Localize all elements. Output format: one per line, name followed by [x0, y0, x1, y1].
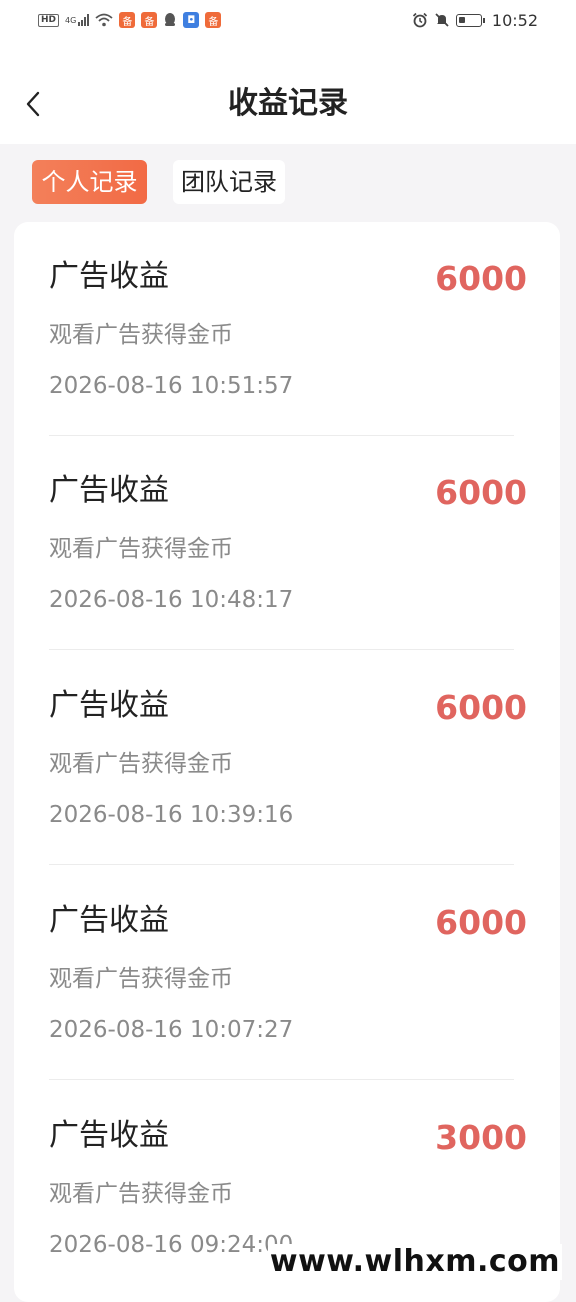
hd-badge: HD [38, 13, 60, 27]
alarm-icon [412, 12, 427, 28]
record-description: 观看广告获得金币 [49, 1181, 233, 1207]
divider [49, 649, 514, 650]
tab-personal-records[interactable]: 个人记录 [32, 160, 147, 204]
record-title: 广告收益 [49, 903, 169, 938]
watermark-text: www.wlhxm.com [267, 1244, 562, 1280]
record-description: 观看广告获得金币 [49, 536, 233, 562]
list-item[interactable]: 广告收益 6000 观看广告获得金币 2026-08-16 10:51:57 [14, 222, 560, 436]
record-amount: 6000 [435, 903, 527, 942]
signal-icon [78, 14, 90, 26]
status-left: HD 4G 备 备 ◘ 备 [38, 12, 222, 28]
app-notification-icon: 备 [205, 12, 222, 28]
divider [49, 1079, 514, 1080]
list-item[interactable]: 广告收益 6000 观看广告获得金币 2026-08-16 10:07:27 [14, 866, 560, 1080]
list-item[interactable]: 广告收益 6000 观看广告获得金币 2026-08-16 10:48:17 [14, 436, 560, 650]
record-description: 观看广告获得金币 [49, 751, 233, 777]
record-amount: 3000 [435, 1118, 527, 1157]
app-notification-icon: 备 [141, 12, 158, 28]
record-description: 观看广告获得金币 [49, 966, 233, 992]
record-time: 2026-08-16 10:51:57 [49, 373, 294, 399]
record-title: 广告收益 [49, 473, 169, 508]
record-time: 2026-08-16 10:48:17 [49, 587, 294, 613]
record-amount: 6000 [435, 688, 527, 727]
qq-icon [165, 13, 176, 26]
record-amount: 6000 [435, 259, 527, 298]
record-title: 广告收益 [49, 1118, 169, 1153]
record-time: 2026-08-16 10:07:27 [49, 1017, 294, 1043]
status-right: 10:52 [412, 11, 538, 30]
mute-bell-icon [435, 13, 449, 27]
record-description: 观看广告获得金币 [49, 322, 233, 348]
divider [49, 864, 514, 865]
app-notification-icon: 备 [119, 12, 136, 28]
network-type: 4G [65, 15, 77, 25]
record-title: 广告收益 [49, 259, 169, 294]
tab-team-records[interactable]: 团队记录 [173, 160, 285, 204]
record-time: 2026-08-16 09:24:00 [49, 1232, 294, 1258]
battery-icon [455, 13, 485, 27]
status-time: 10:52 [491, 10, 538, 30]
record-title: 广告收益 [49, 688, 169, 723]
wifi-icon [95, 13, 113, 27]
app-notification-icon: ◘ [183, 12, 200, 28]
page-title: 收益记录 [228, 86, 348, 121]
records-list: 广告收益 6000 观看广告获得金币 2026-08-16 10:51:57 广… [14, 222, 560, 1302]
record-tabs: 个人记录 团队记录 [32, 160, 285, 204]
nav-bar: 收益记录 [0, 40, 576, 144]
record-amount: 6000 [435, 473, 527, 512]
status-bar: HD 4G 备 备 ◘ 备 10:52 [0, 0, 576, 40]
list-item[interactable]: 广告收益 6000 观看广告获得金币 2026-08-16 10:39:16 [14, 651, 560, 865]
record-time: 2026-08-16 10:39:16 [49, 802, 294, 828]
